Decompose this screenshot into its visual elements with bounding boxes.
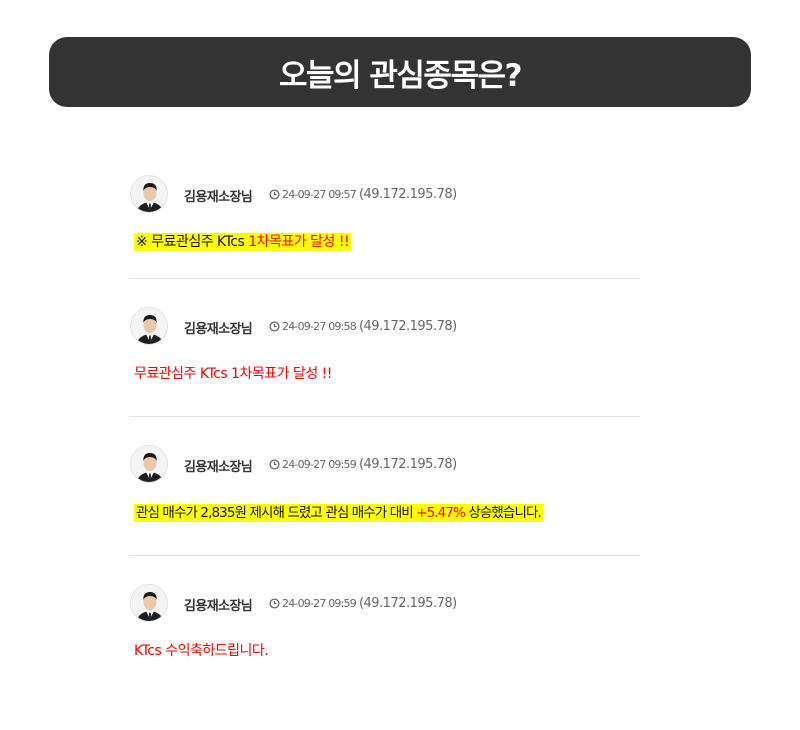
comment-datetime: 24-09-27 09:59 [282,597,357,610]
clock-icon [269,321,280,332]
comment-author: 김용재소장님 [184,322,253,337]
comment-header: 김용재소장님 24-09-27 09:59 (49.172.195.78) [129,584,640,624]
comment-datetime: 24-09-27 09:57 [282,188,357,201]
comment-body: ※ 무료관심주 KTcs 1차목표가 달성 !! [134,231,352,251]
page-title: 오늘의 관심종목은? [279,57,522,94]
comment-meta: 24-09-27 09:57 (49.172.195.78) [269,187,457,202]
comment-divider [129,416,640,417]
clock-icon [269,459,280,470]
comment-divider [129,278,640,279]
avatar [130,175,168,213]
comment-header: 김용재소장님 24-09-27 09:59 (49.172.195.78) [129,445,640,485]
comment-author: 김용재소장님 [184,460,253,475]
comment-header: 김용재소장님 24-09-27 09:58 (49.172.195.78) [129,307,640,347]
comment-author: 김용재소장님 [184,190,253,205]
avatar [130,584,168,622]
avatar [130,307,168,345]
comment-meta: 24-09-27 09:59 (49.172.195.78) [269,457,457,472]
comment-header: 김용재소장님 24-09-27 09:57 (49.172.195.78) [129,175,640,215]
comment-ip: (49.172.195.78) [358,457,457,472]
comment-divider [129,555,640,556]
clock-icon [269,598,280,609]
comment-item: 김용재소장님 24-09-27 09:57 (49.172.195.78) ※ … [129,175,640,279]
comment-text-suffix: 상승했습니다. [464,505,541,521]
comment-body: KTcs 수익축하드립니다. [134,643,269,659]
comment-ip: (49.172.195.78) [358,187,457,202]
comment-author: 김용재소장님 [184,599,253,614]
comment-item: 김용재소장님 24-09-27 09:58 (49.172.195.78) 무료… [129,307,640,417]
comment-text-prefix: 관심 매수가 2,835원 제시해 드렸고 관심 매수가 대비 [136,505,417,521]
comment-datetime: 24-09-27 09:59 [282,458,357,471]
comment-body: 무료관심주 KTcs 1차목표가 달성 !! [134,366,332,382]
comment-ip: (49.172.195.78) [358,319,457,334]
comment-body: 관심 매수가 2,835원 제시해 드렸고 관심 매수가 대비 +5.47% 상… [134,501,543,522]
comment-text-highlight: 1차목표가 달성 !! [248,234,350,250]
comment-text-prefix: ※ 무료관심주 KTcs [136,234,249,250]
page-title-banner: 오늘의 관심종목은? [49,37,751,107]
comment-meta: 24-09-27 09:58 (49.172.195.78) [269,319,457,334]
avatar [130,445,168,483]
comment-text-highlight: +5.47% [416,505,466,521]
comment-meta: 24-09-27 09:59 (49.172.195.78) [269,596,457,611]
comment-datetime: 24-09-27 09:58 [282,320,357,333]
clock-icon [269,189,280,200]
comment-item: 김용재소장님 24-09-27 09:59 (49.172.195.78) 관심… [129,445,640,556]
comment-item: 김용재소장님 24-09-27 09:59 (49.172.195.78) KT… [129,584,640,674]
comment-ip: (49.172.195.78) [358,596,457,611]
